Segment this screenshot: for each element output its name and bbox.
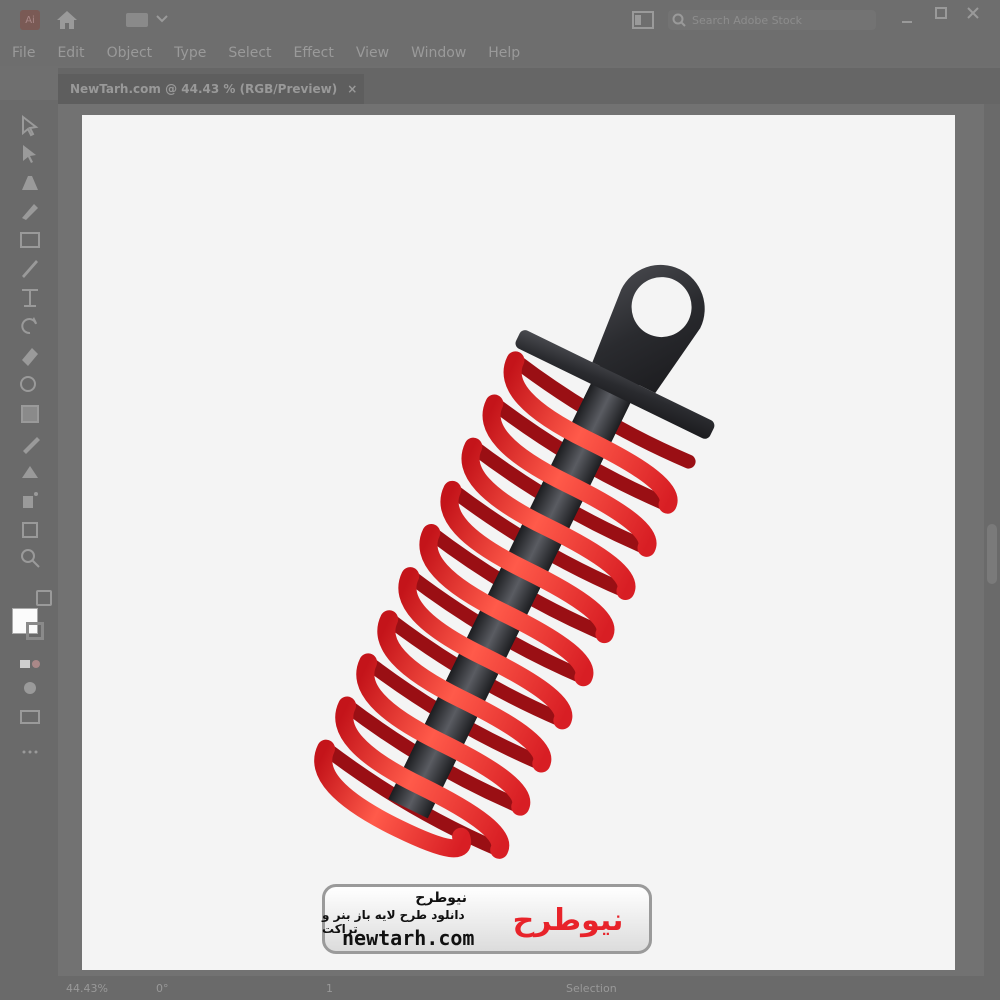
artboard-number[interactable]: 1: [326, 982, 386, 995]
zoom-tool-icon[interactable]: [18, 546, 42, 570]
menu-effect[interactable]: Effect: [294, 45, 334, 61]
zoom-level[interactable]: 44.43%: [66, 982, 126, 995]
rectangle-tool-icon[interactable]: [18, 228, 42, 252]
rotation-value[interactable]: 0°: [156, 982, 236, 995]
menu-view[interactable]: View: [356, 45, 389, 61]
watermark-url: newtarh.com: [342, 926, 475, 950]
menu-window[interactable]: Window: [411, 45, 466, 61]
menu-help[interactable]: Help: [488, 45, 520, 61]
tools-panel: [0, 100, 58, 980]
color-mode-icon[interactable]: [18, 652, 42, 676]
document-tab-label: NewTarh.com @ 44.43 % (RGB/Preview): [70, 82, 338, 96]
shock-absorber-illustration[interactable]: [82, 115, 955, 970]
selection-tool-icon[interactable]: [18, 114, 42, 138]
eraser-tool-icon[interactable]: [18, 344, 42, 368]
artboard[interactable]: [82, 115, 955, 970]
symbol-sprayer-tool-icon[interactable]: [18, 488, 42, 512]
chevron-down-icon[interactable]: [156, 14, 168, 24]
watermark-logo: نیوطرح: [498, 896, 638, 940]
menu-bar: File Edit Object Type Select Effect View…: [0, 40, 1000, 66]
vertical-scrollbar[interactable]: [984, 104, 1000, 976]
home-icon[interactable]: [56, 10, 78, 30]
pen-tool-icon[interactable]: [18, 170, 42, 194]
menu-object[interactable]: Object: [107, 45, 153, 61]
close-tab-icon[interactable]: ×: [347, 82, 357, 96]
swap-fill-stroke-icon[interactable]: [36, 590, 52, 606]
draw-mode-icon[interactable]: [18, 676, 42, 700]
shape-builder-tool-icon[interactable]: [18, 372, 42, 396]
search-icon: [672, 13, 686, 27]
status-bar: 44.43% 0° 1 Selection: [0, 976, 1000, 1000]
more-tools-icon[interactable]: [18, 740, 42, 764]
gradient-tool-icon[interactable]: [18, 402, 42, 426]
app-logo: Ai: [20, 10, 40, 30]
screen-mode-icon[interactable]: [18, 704, 42, 728]
restore-icon[interactable]: [934, 6, 948, 20]
newtarh-watermark: نیوطرح دانلود طرح لایه باز بنر و تراکت n…: [322, 884, 652, 954]
close-icon[interactable]: [966, 6, 980, 20]
title-bar: Ai Search Adobe Stock: [0, 0, 1000, 40]
document-tab[interactable]: NewTarh.com @ 44.43 % (RGB/Preview) ×: [58, 74, 364, 104]
rotate-tool-icon[interactable]: [18, 314, 42, 338]
artboard-tool-icon[interactable]: [18, 518, 42, 542]
direct-selection-tool-icon[interactable]: [18, 142, 42, 166]
menu-select[interactable]: Select: [228, 45, 271, 61]
paintbrush-tool-icon[interactable]: [18, 256, 42, 280]
stroke-swatch[interactable]: [26, 622, 44, 640]
menu-file[interactable]: File: [12, 45, 35, 61]
workspace-switcher[interactable]: [126, 13, 148, 27]
menu-type[interactable]: Type: [174, 45, 206, 61]
arrange-documents-icon[interactable]: [632, 10, 654, 30]
watermark-title: نیوطرح: [415, 890, 467, 906]
document-tab-strip: NewTarh.com @ 44.43 % (RGB/Preview) ×: [58, 68, 1000, 104]
scrollbar-thumb[interactable]: [987, 524, 997, 584]
svg-text:نیوطرح: نیوطرح: [513, 903, 624, 938]
curvature-tool-icon[interactable]: [18, 198, 42, 222]
type-tool-icon[interactable]: [18, 286, 42, 310]
blend-tool-icon[interactable]: [18, 460, 42, 484]
eyedropper-tool-icon[interactable]: [18, 432, 42, 456]
minimize-icon[interactable]: [900, 12, 914, 26]
search-input[interactable]: Search Adobe Stock: [668, 10, 876, 30]
menu-edit[interactable]: Edit: [57, 45, 84, 61]
current-tool: Selection: [566, 981, 617, 995]
